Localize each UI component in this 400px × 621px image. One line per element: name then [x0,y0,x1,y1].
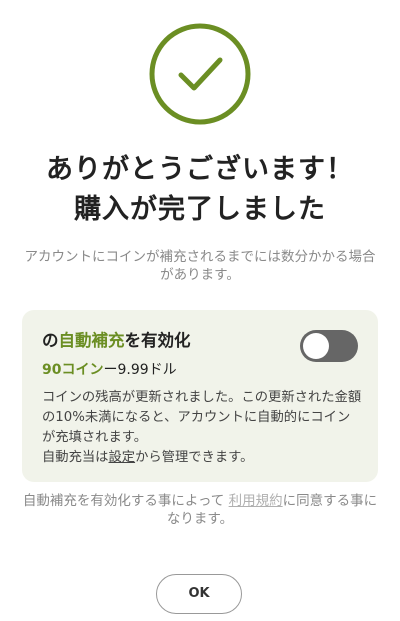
title-line-2: 購入が完了しました [74,194,326,225]
ok-button[interactable]: OK [156,574,242,614]
terms-of-service-link[interactable]: 利用規約 [229,493,283,509]
auto-refill-title-accent: 自動補充 [58,331,125,350]
auto-refill-card: の自動補充を有効化 90コインー9.99ドル コインの残高が更新されました。この… [22,310,378,482]
page-title: ありがとうございます！ 購入が完了しました [0,150,400,230]
manage-prefix: 自動充当は [42,450,109,465]
auto-refill-description: コインの残高が更新されました。この更新された金額の10%未満になると、アカウント… [42,388,362,468]
terms-prefix: 自動補充を有効化する事によって [22,493,225,509]
manage-suffix: から管理できます。 [135,450,254,465]
auto-refill-toggle[interactable] [300,330,358,362]
refill-delay-notice: アカウントにコインが補充されるまでには数分かかる場合があります。 [24,249,376,283]
terms-notice: 自動補充を有効化する事によって 利用規約に同意する事になります。 [20,492,380,528]
auto-refill-title: の自動補充を有効化 [42,330,191,352]
auto-refill-manage-line: 自動充当は設定から管理できます。 [42,448,362,468]
purchase-complete-dialog: ありがとうございます！ 購入が完了しました アカウントにコインが補充されるまでに… [0,0,400,621]
coin-amount: 90コイン [42,362,104,378]
settings-link[interactable]: 設定 [108,450,135,465]
auto-refill-title-suffix: を有効化 [124,331,191,350]
auto-refill-price: 90コインー9.99ドル [42,360,177,380]
auto-refill-description-main: コインの残高が更新されました。この更新された金額の10%未満になると、アカウント… [42,390,362,445]
price-amount: ー9.99ドル [103,362,177,378]
check-circle-icon [149,23,251,125]
title-line-1: ありがとうございます！ [46,154,354,185]
toggle-knob [303,333,329,359]
auto-refill-title-prefix: の [42,331,59,350]
